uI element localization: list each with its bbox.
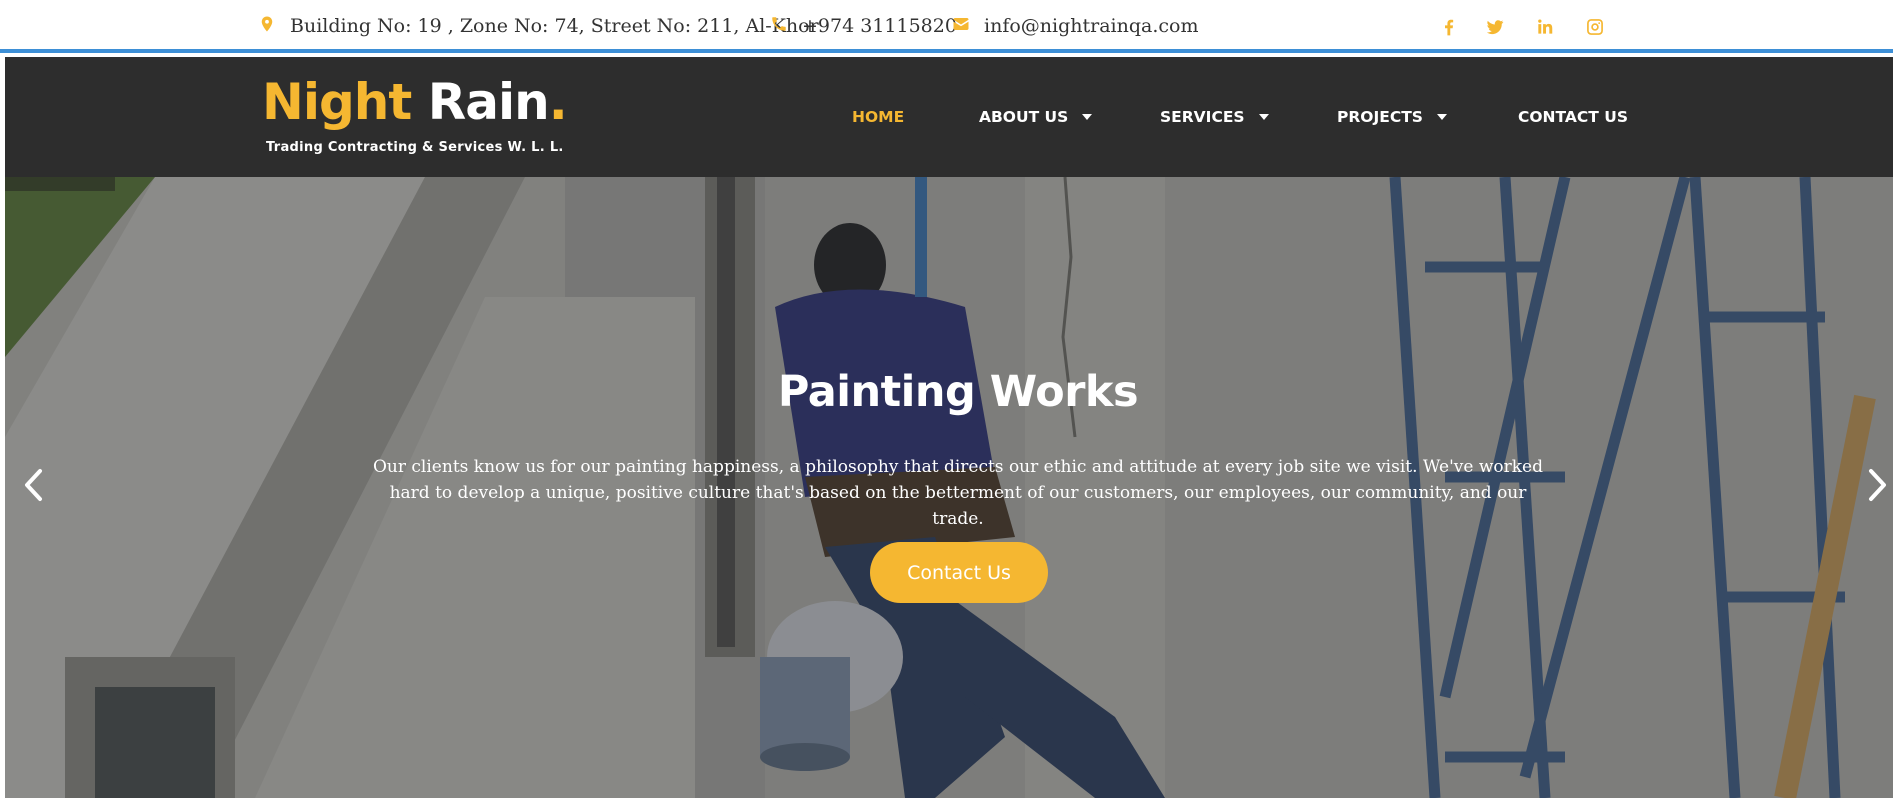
- facebook-icon[interactable]: [1439, 17, 1459, 37]
- nav-projects[interactable]: PROJECTS: [1337, 107, 1447, 127]
- site-header: Night Rain. Trading Contracting & Servic…: [5, 57, 1893, 177]
- logo-wordmark: Night Rain.: [262, 73, 568, 131]
- address-info: Building No: 19 , Zone No: 74, Street No…: [258, 13, 819, 39]
- phone-info[interactable]: +974 31115820: [770, 13, 957, 39]
- caret-down-icon: [1258, 114, 1269, 120]
- top-info-bar: Building No: 19 , Zone No: 74, Street No…: [0, 0, 1893, 53]
- twitter-icon[interactable]: [1485, 17, 1505, 37]
- logo-dot: .: [548, 73, 568, 131]
- nav-services[interactable]: SERVICES: [1160, 107, 1269, 127]
- slider-prev-arrow[interactable]: [18, 465, 48, 505]
- logo-tagline: Trading Contracting & Services W. L. L.: [266, 140, 564, 155]
- slider-next-arrow[interactable]: [1863, 465, 1893, 505]
- site-logo[interactable]: Night Rain. Trading Contracting & Servic…: [262, 73, 568, 155]
- nav-about-us[interactable]: ABOUT US: [979, 107, 1093, 127]
- nav-contact-us[interactable]: CONTACT US: [1518, 107, 1628, 127]
- instagram-icon[interactable]: [1585, 17, 1605, 37]
- caret-down-icon: [1436, 114, 1447, 120]
- email-text: info@nightrainqa.com: [984, 15, 1199, 37]
- hero-slider: Painting Works Our clients know us for o…: [5, 177, 1893, 798]
- hero-title: Painting Works: [777, 367, 1139, 417]
- nav-home[interactable]: HOME: [852, 107, 904, 127]
- email-info[interactable]: info@nightrainqa.com: [952, 13, 1198, 39]
- map-marker-icon: [258, 15, 276, 38]
- nav-home-label: HOME: [852, 108, 905, 126]
- phone-icon: [770, 15, 788, 38]
- nav-about-label: ABOUT US: [979, 108, 1069, 126]
- address-text: Building No: 19 , Zone No: 74, Street No…: [290, 15, 819, 37]
- hero-description: Our clients know us for our painting hap…: [373, 457, 1543, 529]
- envelope-icon: [952, 15, 970, 38]
- linkedin-icon[interactable]: [1535, 17, 1555, 37]
- phone-text: +974 31115820: [802, 15, 957, 37]
- logo-word-rain: Rain: [427, 73, 550, 131]
- caret-down-icon: [1082, 114, 1093, 120]
- logo-word-night: Night: [262, 73, 412, 131]
- contact-us-button[interactable]: Contact Us: [870, 542, 1048, 603]
- chevron-left-icon: [25, 469, 42, 501]
- chevron-right-icon: [1869, 469, 1886, 501]
- nav-services-label: SERVICES: [1160, 108, 1245, 126]
- nav-contact-label: CONTACT US: [1518, 108, 1628, 126]
- nav-projects-label: PROJECTS: [1337, 108, 1423, 126]
